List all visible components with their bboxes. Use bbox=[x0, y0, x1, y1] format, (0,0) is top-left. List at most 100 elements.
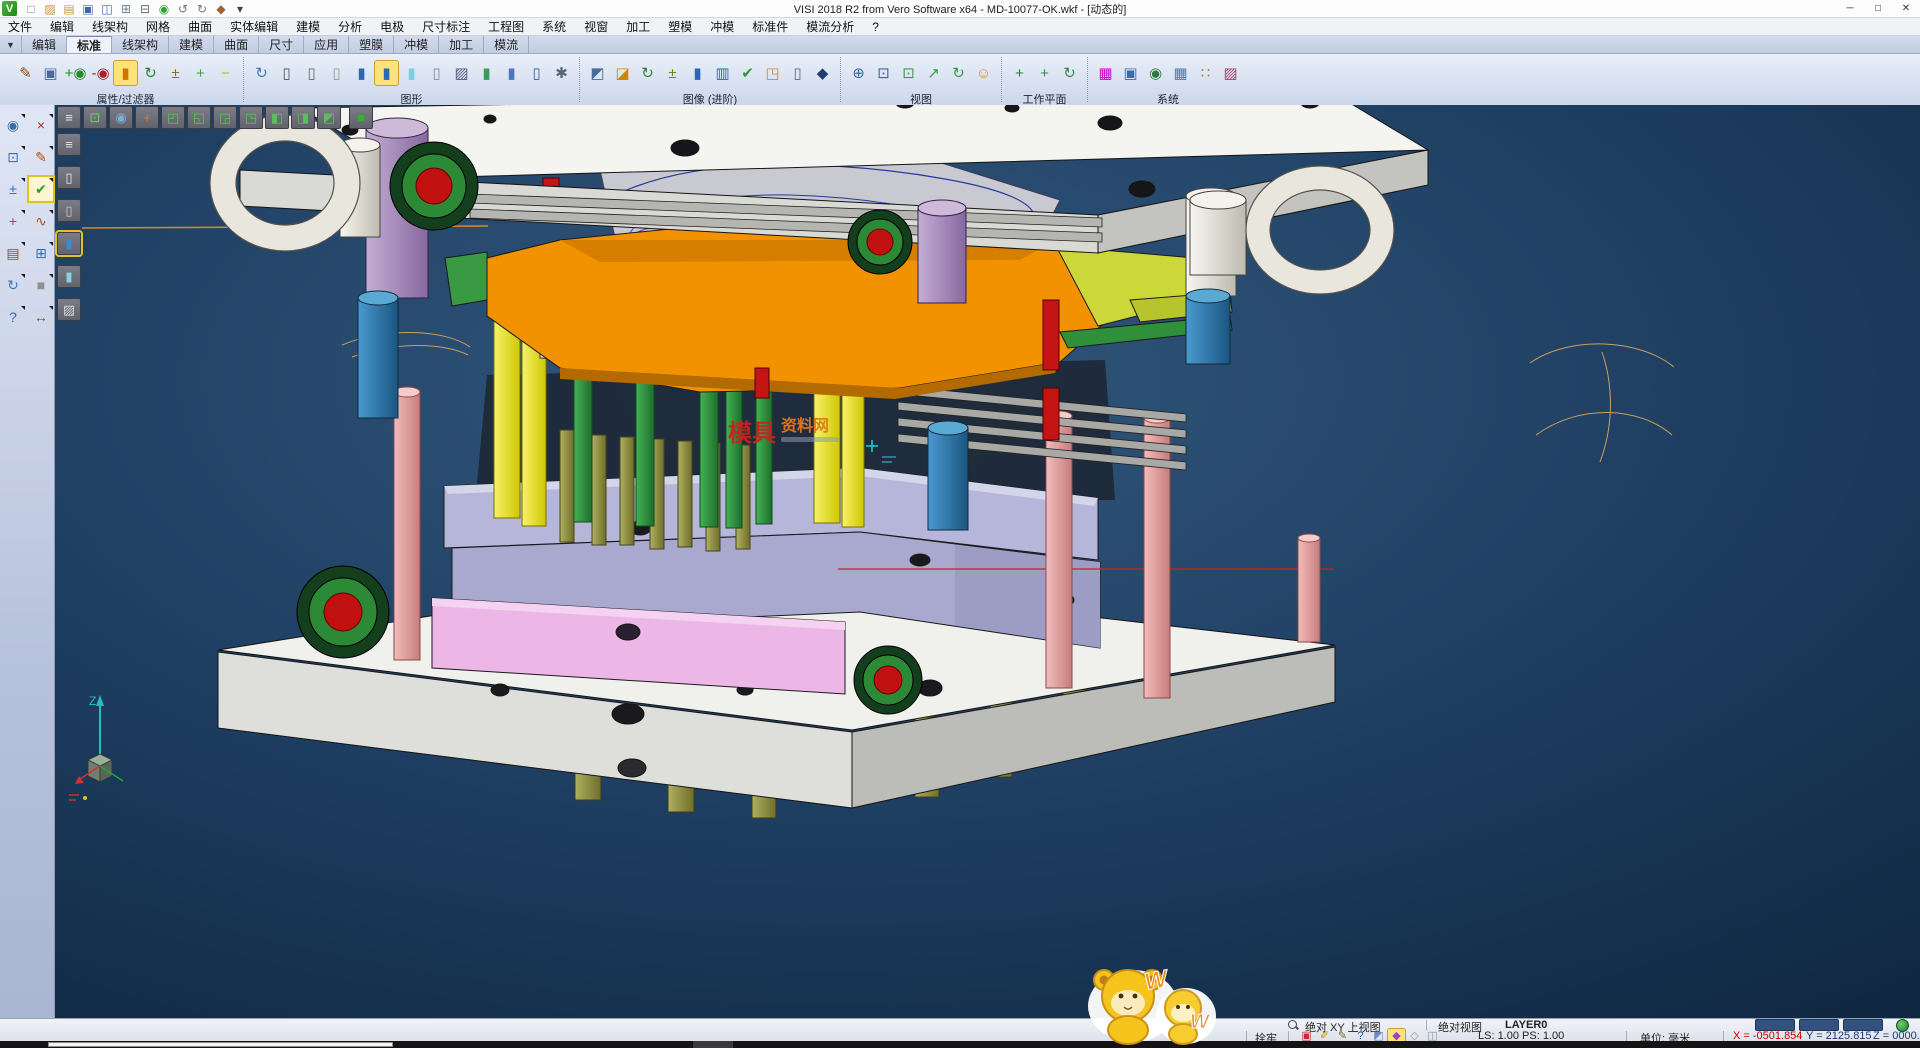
absolute-view-label[interactable]: 绝对视图 bbox=[1438, 1019, 1482, 1035]
menu-item[interactable]: 实体编辑 bbox=[230, 18, 278, 35]
print-icon[interactable]: ⊟ bbox=[137, 1, 153, 16]
tab-dropdown-icon[interactable]: ▼ bbox=[0, 36, 22, 53]
menu-item[interactable]: 电极 bbox=[380, 18, 404, 35]
attribute-image-icon[interactable]: ▣ bbox=[39, 61, 62, 85]
hide-remove-icon[interactable]: -◉ bbox=[89, 61, 112, 85]
menu-item[interactable]: 工程图 bbox=[488, 18, 524, 35]
menu-item[interactable]: 视窗 bbox=[584, 18, 608, 35]
flat-cylinder-icon[interactable]: ▯ bbox=[425, 61, 448, 85]
color-palette-icon[interactable]: ▦ bbox=[1094, 61, 1117, 85]
mold-assembly-3d-model[interactable]: Z 模具 资料网 bbox=[55, 105, 1920, 1018]
3d-viewport[interactable]: Z 模具 资料网 ≡⊡◉+◰◱◲◳◧◨◩ ■ bbox=[55, 105, 1920, 1018]
zoom-eye-icon[interactable]: ◉ bbox=[109, 106, 133, 129]
hatched-cylinder-icon[interactable]: ▨ bbox=[450, 61, 473, 85]
tab-modeling[interactable]: 建模 bbox=[169, 36, 214, 53]
shaded-cylinder-icon[interactable]: ▮ bbox=[350, 61, 373, 85]
view-right-icon[interactable]: ◳ bbox=[239, 106, 263, 129]
selection-zoom-icon[interactable]: ◉ bbox=[1, 113, 25, 137]
filter-traffic-light-icon[interactable]: ▮ bbox=[114, 61, 137, 85]
close-button[interactable]: ✕ bbox=[1892, 0, 1920, 17]
tab-edit[interactable]: 编辑 bbox=[22, 36, 67, 53]
hide-all-icon[interactable]: − bbox=[214, 61, 237, 85]
transparent-cylinder-icon[interactable]: ▮ bbox=[400, 61, 423, 85]
view-front-icon[interactable]: ◲ bbox=[213, 106, 237, 129]
grid-settings-icon[interactable]: ▦ bbox=[1169, 61, 1192, 85]
open-project-icon[interactable]: ▤ bbox=[61, 1, 77, 16]
tab-application[interactable]: 应用 bbox=[304, 36, 349, 53]
curve-sketch-icon[interactable]: ∿ bbox=[29, 209, 53, 233]
striped-cylinder-icon[interactable]: ▥ bbox=[711, 61, 734, 85]
minimize-button[interactable]: ─ bbox=[1836, 0, 1864, 17]
select-box-icon[interactable]: ⊡ bbox=[897, 61, 920, 85]
menu-item[interactable]: 分析 bbox=[338, 18, 362, 35]
regen-view-icon[interactable]: ↻ bbox=[250, 61, 273, 85]
wireframe-mode-icon[interactable]: ▯ bbox=[57, 166, 81, 189]
view-back-icon[interactable]: ◨ bbox=[291, 106, 315, 129]
menu-item[interactable]: 模流分析 bbox=[806, 18, 854, 35]
update-cylinder-icon[interactable]: ▮ bbox=[500, 61, 523, 85]
tab-standard[interactable]: 标准 bbox=[67, 36, 112, 53]
save-icon[interactable]: ▣ bbox=[80, 1, 96, 16]
zoom-window-icon[interactable]: ⊡ bbox=[1, 145, 25, 169]
ghost-solid-icon[interactable]: ▯ bbox=[786, 61, 809, 85]
menu-item[interactable]: 网格 bbox=[146, 18, 170, 35]
snap-settings-icon[interactable]: ∷ bbox=[1194, 61, 1217, 85]
ghost-mode-icon[interactable]: ▮ bbox=[57, 265, 81, 288]
menu-item[interactable]: 系统 bbox=[542, 18, 566, 35]
taskbar-search[interactable] bbox=[48, 1042, 393, 1047]
view-left-icon[interactable]: ◧ bbox=[265, 106, 289, 129]
shade-smiley-icon[interactable]: ☺ bbox=[972, 61, 995, 85]
wireframe-cylinder-icon[interactable]: ▯ bbox=[275, 61, 298, 85]
menu-item[interactable]: 线架构 bbox=[92, 18, 128, 35]
workplane-rotate-icon[interactable]: ↻ bbox=[1058, 61, 1081, 85]
box-visibility-icon[interactable]: ◩ bbox=[586, 61, 609, 85]
menu-item[interactable]: 建模 bbox=[296, 18, 320, 35]
tab-surface[interactable]: 曲面 bbox=[214, 36, 259, 53]
menu-item[interactable]: 文件 bbox=[8, 18, 32, 35]
redo-icon[interactable]: ↻ bbox=[194, 1, 210, 16]
refresh-regen-icon[interactable]: ↻ bbox=[1, 273, 25, 297]
export-icon[interactable]: ⊞ bbox=[118, 1, 134, 16]
open-file-icon[interactable]: ▨ bbox=[42, 1, 58, 16]
attributes-stack-icon[interactable]: ▤ bbox=[1, 241, 25, 265]
menu-item[interactable]: 编辑 bbox=[50, 18, 74, 35]
window-layout-icon[interactable]: ⊞ bbox=[29, 241, 53, 265]
box-filter-icon[interactable]: ◪ bbox=[611, 61, 634, 85]
undo-icon[interactable]: ↺ bbox=[175, 1, 191, 16]
show-all-icon[interactable]: + bbox=[189, 61, 212, 85]
delete-edit-icon[interactable]: × bbox=[29, 113, 53, 137]
box-toggle-icon[interactable]: ± bbox=[661, 61, 684, 85]
tab-mould[interactable]: 塑膜 bbox=[349, 36, 394, 53]
show-add-icon[interactable]: +◉ bbox=[64, 61, 87, 85]
ucs-axis-icon[interactable]: + bbox=[1, 209, 25, 233]
refresh-visibility-icon[interactable]: ↻ bbox=[139, 61, 162, 85]
help-icon[interactable]: ? bbox=[1, 305, 25, 329]
tab-dimension[interactable]: 尺寸 bbox=[259, 36, 304, 53]
render-menu-icon[interactable]: ≡ bbox=[57, 133, 81, 156]
view-top-icon[interactable]: ◱ bbox=[187, 106, 211, 129]
workplane-origin-icon[interactable]: + bbox=[1008, 61, 1031, 85]
save-as-icon[interactable]: ◫ bbox=[99, 1, 115, 16]
modify-attributes-icon[interactable]: ✎ bbox=[14, 61, 37, 85]
view-iso-icon[interactable]: ◰ bbox=[161, 106, 185, 129]
menu-item[interactable]: 塑模 bbox=[668, 18, 692, 35]
workplane-entity-icon[interactable]: + bbox=[1033, 61, 1056, 85]
box-refresh-icon[interactable]: ↻ bbox=[636, 61, 659, 85]
menu-item[interactable]: 加工 bbox=[626, 18, 650, 35]
tab-wireframe[interactable]: 线架构 bbox=[112, 36, 169, 53]
menu-item[interactable]: 尺寸标注 bbox=[422, 18, 470, 35]
render-settings-icon[interactable]: ✱ bbox=[550, 61, 573, 85]
recycle-cylinder-icon[interactable]: ▮ bbox=[475, 61, 498, 85]
solid-box-icon[interactable]: ■ bbox=[29, 273, 53, 297]
hidden-line-mode-icon[interactable]: ▯ bbox=[57, 199, 81, 222]
taskbar-button[interactable] bbox=[693, 1041, 733, 1048]
edit-cylinder-icon[interactable]: ▯ bbox=[525, 61, 548, 85]
rotate-view-icon[interactable]: ↻ bbox=[947, 61, 970, 85]
shaded-view-cube-icon[interactable]: ■ bbox=[349, 106, 373, 129]
zoom-window-icon[interactable]: ⊡ bbox=[872, 61, 895, 85]
tab-machining[interactable]: 加工 bbox=[439, 36, 484, 53]
new-file-icon[interactable]: □ bbox=[23, 1, 39, 16]
shaded-selected-cylinder-icon[interactable]: ▮ bbox=[375, 61, 398, 85]
profile-grid-icon[interactable]: ▨ bbox=[1219, 61, 1242, 85]
dark-solid-icon[interactable]: ◆ bbox=[811, 61, 834, 85]
